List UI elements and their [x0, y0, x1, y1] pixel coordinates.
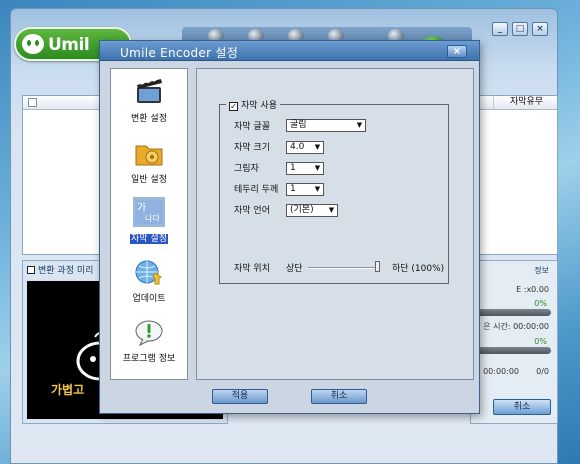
sidebar-item-update[interactable]: 업데이트	[111, 251, 187, 307]
position-bottom-label: 하단 (100%)	[392, 264, 445, 274]
subtitle-enable-checkbox[interactable]: ✓	[229, 102, 238, 111]
font-value: 굴림	[290, 120, 307, 130]
logo-text: Umil	[48, 35, 90, 55]
sidebar-item-about[interactable]: 프로그램 정보	[111, 311, 187, 367]
font-label: 자막 글꼴	[234, 122, 270, 132]
settings-dialog: Umile Encoder 설정 × 변환 설정 일반 설정 가 나다 자막 설…	[99, 40, 480, 414]
subtitle-icon: 가 나다	[133, 197, 165, 227]
border-label: 테두리 두께	[234, 185, 279, 195]
progress-percent-2: 0%	[534, 337, 547, 346]
position-slider-track[interactable]	[308, 267, 380, 269]
minimize-button[interactable]: _	[492, 22, 508, 36]
position-top-label: 상단	[286, 264, 303, 274]
file-count: 0/0	[536, 367, 549, 376]
font-select[interactable]: 굴림 ▼	[286, 119, 366, 132]
subtitle-settings-panel: ✓ 자막 사용 자막 글꼴 굴림 ▼ 자막 크기 4.0 ▼ 그림자 1 ▼ 테두리 두…	[196, 68, 474, 380]
info-panel: 정보 E :x0.00 0% 은 시간: 00:00:00 0% 00:00:0…	[470, 260, 558, 424]
chevron-down-icon: ▼	[328, 206, 335, 214]
column-subtitle[interactable]: 자막유무	[493, 96, 559, 110]
elapsed-time: 00:00:00	[483, 367, 519, 376]
position-slider-thumb[interactable]	[375, 261, 380, 272]
apply-button[interactable]: 적용	[212, 389, 268, 404]
sidebar-item-conversion[interactable]: 변환 설정	[111, 71, 187, 127]
folder-gear-icon	[135, 145, 163, 166]
subtitle-group: ✓ 자막 사용 자막 글꼴 굴림 ▼ 자막 크기 4.0 ▼ 그림자 1 ▼ 테두리 두…	[219, 98, 449, 284]
maximize-button[interactable]: □	[512, 22, 528, 36]
sidebar-label: 프로그램 정보	[122, 354, 176, 364]
sidebar-label: 변환 설정	[131, 114, 167, 124]
svg-text:가: 가	[137, 202, 146, 214]
chevron-down-icon: ▼	[356, 121, 363, 129]
size-value: 4.0	[290, 142, 305, 152]
sidebar-label: 업데이트	[132, 294, 166, 304]
svg-text:나다: 나다	[145, 214, 160, 223]
subtitle-enable-label: 자막 사용	[241, 101, 277, 111]
globe-update-icon	[135, 260, 162, 285]
dialog-titlebar[interactable]: Umile Encoder 설정 ×	[100, 41, 479, 61]
shadow-label: 그림자	[234, 164, 259, 174]
language-select[interactable]: (기본) ▼	[286, 204, 338, 217]
preview-title[interactable]: 변환 과정 미리	[27, 263, 93, 276]
progress-percent-1: 0%	[534, 299, 547, 308]
progress-bar-1	[477, 309, 551, 316]
main-cancel-button[interactable]: 취소	[493, 399, 551, 415]
sidebar-label: 일반 설정	[131, 175, 167, 185]
settings-sidebar: 변환 설정 일반 설정 가 나다 자막 설정 업데이트 프로그램 정보	[110, 68, 188, 380]
chevron-down-icon: ▼	[314, 143, 321, 151]
chevron-down-icon: ▼	[314, 185, 321, 193]
shadow-select[interactable]: 1 ▼	[286, 162, 324, 175]
size-select[interactable]: 4.0 ▼	[286, 141, 324, 154]
preview-checkbox[interactable]	[27, 266, 35, 274]
dialog-cancel-button[interactable]: 취소	[311, 389, 367, 404]
info-bubble-icon	[135, 320, 163, 347]
close-button[interactable]: ×	[532, 22, 548, 36]
sidebar-item-subtitle[interactable]: 가 나다 자막 설정	[111, 191, 187, 247]
splash-text: 가볍고	[51, 383, 85, 397]
dialog-close-button[interactable]: ×	[447, 45, 467, 58]
smile-logo-icon	[22, 34, 44, 54]
sidebar-label-selected: 자막 설정	[130, 234, 168, 244]
language-label: 자막 언어	[234, 206, 270, 216]
language-value: (기본)	[290, 205, 314, 215]
info-title: 정보	[534, 266, 549, 275]
dialog-title: Umile Encoder 설정	[120, 46, 239, 60]
preview-title-text: 변환 과정 미리	[38, 266, 94, 276]
border-value: 1	[290, 184, 296, 194]
sidebar-label: 자막 설정	[111, 231, 187, 244]
border-select[interactable]: 1 ▼	[286, 183, 324, 196]
video-icon	[137, 79, 162, 103]
size-label: 자막 크기	[234, 143, 270, 153]
shadow-value: 1	[290, 163, 296, 173]
chevron-down-icon: ▼	[314, 164, 321, 172]
speed-readout: E :x0.00	[516, 285, 549, 294]
position-label: 자막 위치	[234, 264, 270, 274]
remaining-time: 은 시간: 00:00:00	[483, 322, 549, 331]
sidebar-item-general[interactable]: 일반 설정	[111, 132, 187, 188]
progress-bar-2	[477, 347, 551, 354]
select-all-checkbox[interactable]	[28, 98, 37, 107]
subtitle-enable[interactable]: ✓ 자막 사용	[226, 98, 280, 111]
